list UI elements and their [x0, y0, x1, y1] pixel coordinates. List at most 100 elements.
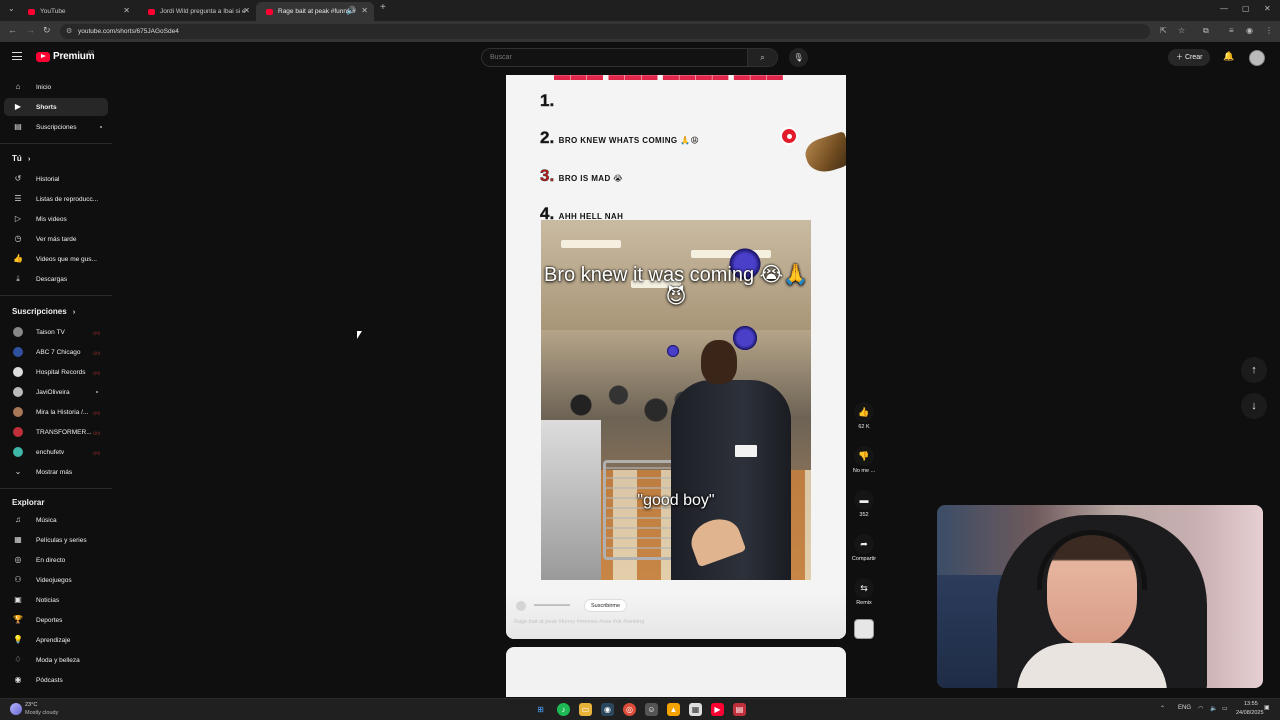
wifi-icon[interactable]: ◠: [1198, 705, 1203, 712]
comments-button[interactable]: ▬: [854, 490, 874, 510]
minimize-icon[interactable]: —: [1220, 4, 1228, 13]
extensions-icon[interactable]: ⧉: [1203, 26, 1209, 36]
sidebar-item-descargas[interactable]: ⤓ Descargas: [4, 270, 108, 288]
voice-search-button[interactable]: 🎙: [789, 48, 808, 67]
input-language[interactable]: ENG: [1178, 705, 1191, 711]
bookmark-star-icon[interactable]: ☆: [1178, 26, 1185, 35]
search-button[interactable]: ⌕: [747, 49, 777, 66]
sidebar-item-aprendizaje[interactable]: 💡 Aprendizaje: [4, 631, 108, 649]
speaker-icon[interactable]: 🔊: [346, 6, 356, 15]
search-box: ⌕: [481, 48, 778, 67]
sidebar-item-label: Noticias: [36, 596, 60, 604]
calendar-app-icon[interactable]: ▦: [689, 703, 702, 716]
back-icon[interactable]: ←: [8, 25, 17, 35]
browser-menu-icon[interactable]: ⋮: [1265, 26, 1273, 35]
sidebar-item-en-directo[interactable]: ◎ En directo: [4, 551, 108, 569]
url-field[interactable]: ⚙ youtube.com/shorts/675JAGoSde4: [60, 24, 1150, 39]
like-button[interactable]: 👍: [854, 402, 874, 422]
tab-rage-bait[interactable]: Rage bait at peak #funny # 🔊 ✕: [256, 2, 374, 21]
maximize-icon[interactable]: ▢: [1242, 4, 1250, 13]
sidebar-item-label: Moda y belleza: [36, 656, 80, 664]
podcasts-icon: ◉: [14, 675, 22, 684]
music-icon: ♫: [15, 515, 21, 524]
steam-icon[interactable]: ◉: [601, 703, 614, 716]
media-app-icon[interactable]: ▤: [733, 703, 746, 716]
forward-icon[interactable]: →: [26, 25, 35, 35]
close-tab-icon[interactable]: ✕: [123, 6, 130, 15]
account-avatar[interactable]: [1249, 50, 1265, 66]
hamburger-menu-icon[interactable]: [12, 52, 22, 60]
search-input[interactable]: [490, 49, 740, 66]
sidebar-item-videos-gustan[interactable]: 👍 Videos que me gus...: [4, 250, 108, 268]
sidebar-item-musica[interactable]: ♫ Música: [4, 511, 108, 529]
next-short-preview[interactable]: [506, 647, 846, 697]
sidebar-sub-hospital-records[interactable]: Hospital Records ((•)): [4, 363, 108, 381]
close-window-icon[interactable]: ✕: [1264, 4, 1271, 13]
profile-icon[interactable]: ◉: [1246, 26, 1253, 35]
brave-icon[interactable]: ▲: [667, 703, 680, 716]
tab-search-icon[interactable]: ⌄: [8, 4, 15, 13]
file-explorer-icon[interactable]: ▭: [579, 703, 592, 716]
channel-avatar[interactable]: [516, 601, 526, 611]
media-control-icon[interactable]: ≡: [1229, 26, 1234, 35]
open-in-app-icon[interactable]: ⇱: [1160, 26, 1167, 35]
sidebar-item-inicio[interactable]: ⌂ Inicio: [4, 78, 108, 96]
subscriptions-section-heading[interactable]: Suscripciones ›: [12, 307, 75, 316]
spotify-icon[interactable]: ♪: [557, 703, 570, 716]
tab-jordi-wild[interactable]: Jordi Wild pregunta a Ibai si e ✕: [138, 2, 256, 21]
short-title[interactable]: Rage bait at peak #funny #memes #usa #uk…: [514, 619, 644, 625]
remix-button[interactable]: ⇆: [854, 578, 874, 598]
tray-chevron-up-icon[interactable]: ⌃: [1160, 705, 1165, 712]
chrome-icon[interactable]: ◎: [623, 703, 636, 716]
share-button[interactable]: ➦: [854, 534, 874, 554]
sound-thumbnail[interactable]: [854, 619, 874, 639]
sidebar-item-videojuegos[interactable]: ⚇ Videojuegos: [4, 571, 108, 589]
youtube-app-icon[interactable]: ▶: [711, 703, 724, 716]
create-button[interactable]: ＋ Crear: [1168, 49, 1211, 66]
notification-center-icon[interactable]: ▣: [1264, 704, 1270, 711]
volume-icon[interactable]: 🔈: [1210, 705, 1217, 712]
sidebar-item-mis-videos[interactable]: ▷ Mis videos: [4, 210, 108, 228]
sidebar-show-more[interactable]: ⌄ Mostrar más: [4, 463, 108, 481]
sidebar-item-noticias[interactable]: ▣ Noticias: [4, 591, 108, 609]
sidebar-item-suscripciones[interactable]: ▤ Suscripciones: [4, 118, 108, 136]
tab-youtube[interactable]: YouTube ✕: [18, 2, 136, 21]
youtube-premium-logo[interactable]: Premium CO: [36, 49, 95, 62]
notifications-bell-icon[interactable]: 🔔: [1223, 51, 1234, 62]
close-tab-icon[interactable]: ✕: [361, 6, 368, 15]
new-tab-icon[interactable]: +: [380, 2, 386, 13]
clock-date[interactable]: 24/08/2025: [1236, 710, 1264, 716]
embedded-video-frame: Bro knew it was coming 😭🙏😈 "good boy": [541, 220, 811, 580]
discord-icon[interactable]: ☺: [645, 703, 658, 716]
sidebar-item-moda[interactable]: ♢ Moda y belleza: [4, 651, 108, 669]
youtube-favicon-icon: [266, 8, 273, 15]
windows-start-icon[interactable]: ⊞: [534, 703, 547, 716]
site-info-icon[interactable]: ⚙: [66, 27, 72, 35]
previous-short-button[interactable]: ↑: [1241, 357, 1267, 383]
clock-time[interactable]: 13:55: [1244, 701, 1258, 707]
close-tab-icon[interactable]: ✕: [243, 6, 250, 15]
sidebar-item-peliculas[interactable]: ▦ Películas y series: [4, 531, 108, 549]
weather-icon[interactable]: [10, 703, 22, 715]
sidebar-item-historial[interactable]: ↺ Historial: [4, 170, 108, 188]
short-video-player[interactable]: ▬▬▬ ▬▬▬ ▬▬▬▬ ▬▬▬ 1. 2. BRO KNEW WHATS CO…: [506, 75, 846, 639]
sidebar-item-podcasts[interactable]: ◉ Pódcasts: [4, 671, 108, 689]
sidebar-item-deportes[interactable]: 🏆 Deportes: [4, 611, 108, 629]
channel-avatar: [13, 327, 23, 337]
reload-icon[interactable]: ↻: [43, 25, 51, 36]
battery-icon[interactable]: ▭: [1222, 705, 1228, 712]
sidebar-sub-javioliveira[interactable]: JaviOliveira: [4, 383, 108, 401]
channel-name-blurred[interactable]: ▬▬▬▬▬▬: [534, 602, 570, 608]
sidebar-sub-enchufetv[interactable]: enchufetv ((•)): [4, 443, 108, 461]
sidebar-sub-abc7[interactable]: ABC 7 Chicago ((•)): [4, 343, 108, 361]
sidebar-item-listas[interactable]: ☰ Listas de reproducc...: [4, 190, 108, 208]
sidebar-sub-transformers[interactable]: TRANSFORMER... ((•)): [4, 423, 108, 441]
sidebar-sub-mira-la-historia[interactable]: Mira la Historia /... ((•)): [4, 403, 108, 421]
sidebar-sub-taison-tv[interactable]: Taison TV ((•)): [4, 323, 108, 341]
next-short-button[interactable]: ↓: [1241, 393, 1267, 419]
sidebar-item-shorts[interactable]: ▶ Shorts: [4, 98, 108, 116]
sidebar-item-ver-mas-tarde[interactable]: ◷ Ver más tarde: [4, 230, 108, 248]
subscribe-button[interactable]: Suscribirme: [584, 599, 628, 612]
you-section-heading[interactable]: Tú ›: [12, 154, 30, 163]
dislike-button[interactable]: 👎: [854, 446, 874, 466]
